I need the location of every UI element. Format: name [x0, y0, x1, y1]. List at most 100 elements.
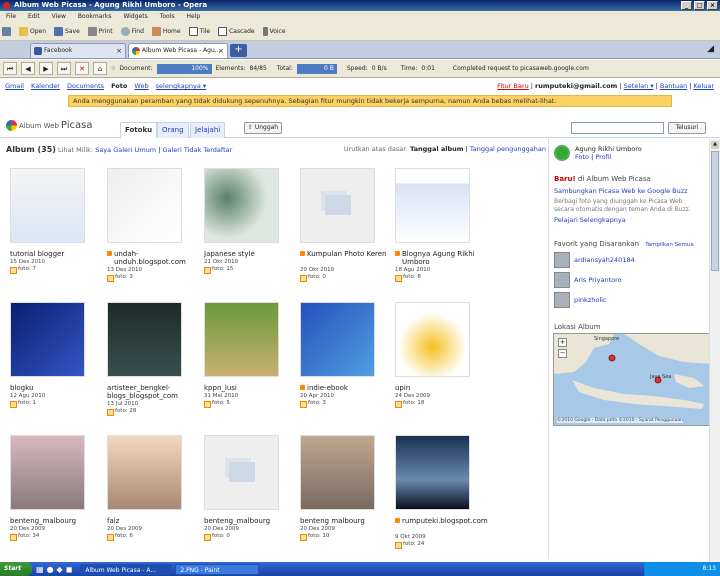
tab-orang[interactable]: Orang	[157, 122, 189, 138]
gbar-help[interactable]: Bantuan	[660, 82, 687, 90]
picasa-logo[interactable]: Album Web Picasa	[6, 120, 92, 131]
show-all-link[interactable]: Tampilkan Semua	[645, 242, 694, 248]
new-tab-button[interactable]: +	[230, 44, 247, 57]
tab-fotoku[interactable]: Fotoku	[120, 122, 158, 138]
user-photos-link[interactable]: Foto	[575, 153, 589, 161]
sort-upload-date[interactable]: Tanggal pengunggahan	[470, 145, 546, 153]
close-tab-icon[interactable]: ×	[218, 44, 224, 58]
tile-button[interactable]: Tile	[188, 26, 210, 36]
quicklaunch-icon[interactable]: ▦	[36, 565, 44, 574]
menu-tools[interactable]: Tools	[160, 11, 175, 22]
public-gallery-link[interactable]: Saya Galeri Umum	[95, 146, 156, 154]
album-thumbnail[interactable]	[107, 435, 182, 510]
voice-button[interactable]: Voice	[262, 26, 286, 36]
album-name[interactable]: benteng malbourg	[300, 517, 390, 525]
search-button[interactable]: Telusuri	[668, 122, 706, 134]
zoom-in-button[interactable]: +	[558, 338, 567, 347]
tab-jelajahi[interactable]: Jelajahi	[190, 122, 226, 138]
scroll-thumb[interactable]	[711, 151, 719, 271]
search-input[interactable]	[571, 122, 664, 134]
album-name[interactable]: Blognya Agung Rikhi Umboro	[395, 250, 485, 266]
album-thumbnail[interactable]	[204, 435, 279, 510]
open-button[interactable]: Open	[19, 26, 46, 36]
rewind-button[interactable]: ⏮	[3, 62, 17, 75]
album-name[interactable]: Kumpulan Photo Keren	[300, 250, 390, 258]
home-nav-button[interactable]: ⌂	[93, 62, 107, 75]
album-name[interactable]: tutorial blogger	[10, 250, 100, 258]
gbar-more[interactable]: selengkapnya ▾	[156, 82, 206, 90]
cascade-button[interactable]: Cascade	[218, 26, 255, 36]
quicklaunch-icon[interactable]: ◆	[57, 565, 63, 574]
album-name[interactable]: artisteer_bengkel-blogs_blogspot_com	[107, 384, 197, 400]
menu-widgets[interactable]: Widgets	[123, 11, 147, 22]
gbar-kalender[interactable]: Kalender	[31, 82, 60, 90]
gbar-web[interactable]: Web	[134, 82, 148, 90]
album-name[interactable]: blogku	[10, 384, 100, 392]
album-thumbnail[interactable]	[204, 168, 279, 243]
album-thumbnail[interactable]	[395, 168, 470, 243]
buzz-link[interactable]: Sambungkan Picasa Web ke Google Buzz	[554, 187, 688, 195]
album-thumbnail[interactable]	[107, 168, 182, 243]
quicklaunch-icon[interactable]: ●	[47, 565, 54, 574]
task-paint[interactable]: 2.PNG - Paint	[175, 563, 260, 575]
menu-edit[interactable]: Edit	[28, 11, 40, 22]
album-thumbnail[interactable]	[10, 168, 85, 243]
user-profile-link[interactable]: Profil	[595, 153, 611, 161]
album-location-map[interactable]: Singapore Java Sea + − ©2010 Google - Da…	[553, 333, 711, 426]
close-window-button[interactable]: ×	[707, 1, 718, 10]
unlisted-gallery-link[interactable]: Galeri Tidak Terdaftar	[162, 146, 232, 154]
album-name[interactable]: indie-ebook	[300, 384, 390, 392]
quicklaunch-icon[interactable]: ◼	[66, 565, 73, 574]
print-button[interactable]: Print	[87, 26, 113, 36]
menu-file[interactable]: File	[6, 11, 16, 22]
favorite-person[interactable]: pinkzholic	[554, 292, 607, 308]
fast-forward-button[interactable]: ⏭	[57, 62, 71, 75]
album-thumbnail[interactable]	[204, 302, 279, 377]
favorite-person[interactable]: ardiansyah240184	[554, 252, 635, 268]
gbar-new-features[interactable]: Fitur Baru	[497, 82, 529, 90]
album-name[interactable]: undah-unduh.blogspot.com	[107, 250, 197, 266]
album-thumbnail[interactable]	[300, 302, 375, 377]
gbar-signout[interactable]: Keluar	[693, 82, 714, 90]
page-scrollbar[interactable]: ▲	[709, 139, 720, 562]
upload-button[interactable]: ⇧ Unggah	[244, 122, 282, 134]
zoom-out-button[interactable]: −	[558, 349, 567, 358]
album-name[interactable]: faiz	[107, 517, 197, 525]
tab-facebook[interactable]: Facebook ×	[30, 43, 126, 58]
forward-button[interactable]: ▶	[39, 62, 53, 75]
album-thumbnail[interactable]	[107, 302, 182, 377]
album-name[interactable]: rumputeki.blogspot.com	[395, 517, 488, 525]
album-name[interactable]: upin	[395, 384, 485, 392]
gbar-gmail[interactable]: Gmail	[5, 82, 24, 90]
album-name[interactable]: benteng_malbourg	[204, 517, 294, 525]
album-name[interactable]: kppn_lusi	[204, 384, 294, 392]
gbar-documents[interactable]: Documents	[67, 82, 104, 90]
scroll-up-arrow[interactable]: ▲	[711, 141, 719, 149]
album-thumbnail[interactable]	[300, 168, 375, 243]
album-name[interactable]: benteng_malbourg	[10, 517, 100, 525]
user-avatar[interactable]	[554, 145, 570, 161]
learn-more-link[interactable]: Pelajari Selengkapnya	[554, 216, 626, 224]
stop-button[interactable]: ✕	[75, 62, 89, 75]
save-button[interactable]: Save	[54, 26, 80, 36]
menu-bookmarks[interactable]: Bookmarks	[78, 11, 112, 22]
home-button[interactable]: Home	[151, 26, 181, 36]
album-thumbnail[interactable]	[10, 435, 85, 510]
task-opera[interactable]: Album Web Picasa - A...	[80, 563, 173, 575]
back-button[interactable]: ◀	[21, 62, 35, 75]
menu-view[interactable]: View	[52, 11, 66, 22]
album-thumbnail[interactable]	[300, 435, 375, 510]
favorite-person[interactable]: Aris Priyantoro	[554, 272, 622, 288]
tab-picasa[interactable]: Album Web Picasa - Agu... ×	[128, 43, 228, 58]
album-thumbnail[interactable]	[395, 435, 470, 510]
close-tab-icon[interactable]: ×	[116, 44, 122, 58]
find-button[interactable]: Find	[120, 26, 144, 36]
tab-menu-icon[interactable]: ◢	[707, 44, 714, 54]
album-thumbnail[interactable]	[395, 302, 470, 377]
album-thumbnail[interactable]	[10, 302, 85, 377]
minimize-button[interactable]: _	[681, 1, 692, 10]
menu-help[interactable]: Help	[187, 11, 201, 22]
start-button[interactable]: Start	[0, 562, 32, 576]
panel-toggle-button[interactable]	[2, 26, 11, 36]
album-name[interactable]: Japanese style	[204, 250, 294, 258]
